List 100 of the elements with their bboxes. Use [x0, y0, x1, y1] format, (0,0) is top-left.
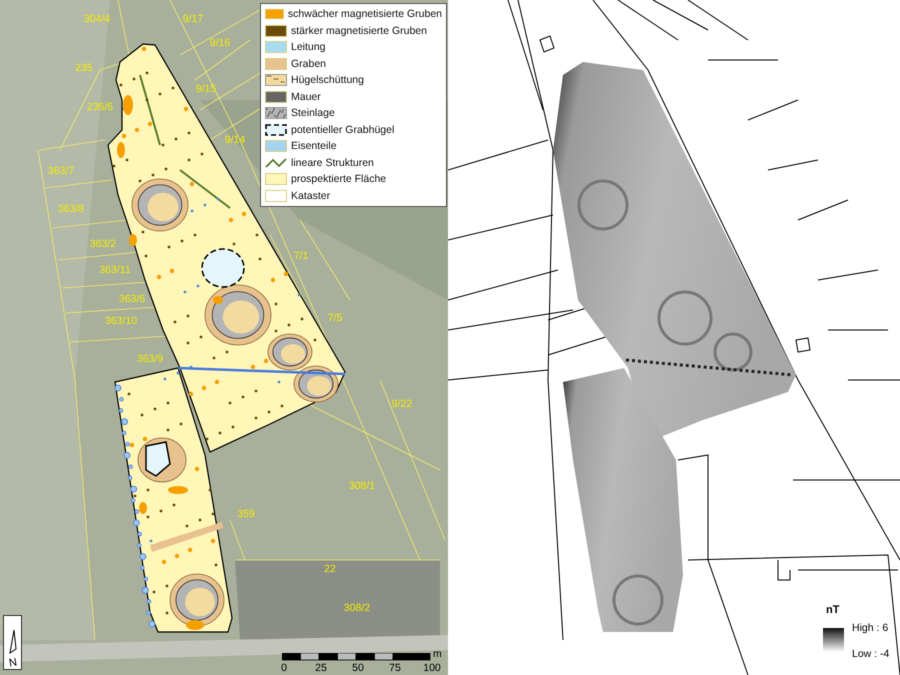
pit-mark [166, 428, 170, 432]
pit-mark [214, 380, 220, 384]
pit-mark [242, 212, 246, 216]
pit-mark [170, 268, 174, 274]
pit-mark [200, 152, 204, 156]
swatch-icon [265, 173, 287, 186]
parcel-label: 363/10 [104, 315, 138, 327]
legend-high-label: High : 6 [852, 622, 888, 634]
scale-label: 50 [352, 662, 364, 674]
pit-mark [284, 272, 288, 276]
parcel-label: 359 [237, 508, 255, 520]
pit-mark [180, 422, 182, 426]
iron-fragment-mark [134, 509, 139, 514]
pit-mark [226, 350, 228, 354]
pit-mark [212, 512, 214, 516]
scale-label: 100 [423, 662, 441, 674]
pit-mark [174, 320, 176, 324]
iron-fragment-mark [125, 442, 130, 446]
pit-mark [228, 402, 232, 404]
pit-mark [194, 466, 200, 472]
legend-low-label: Low : -4 [852, 648, 890, 660]
parcel-label: 308/2 [344, 602, 370, 614]
legend-label: prospektierte Fläche [291, 173, 386, 186]
legend-label: Steinlage [291, 107, 335, 120]
pit-mark [164, 168, 168, 170]
pit-mark [154, 408, 156, 410]
pit-mark [174, 554, 180, 558]
parcel-label: 235 [75, 62, 93, 74]
pit-mark [146, 98, 148, 102]
legend-label: Graben [291, 58, 326, 70]
pit-mark [166, 402, 170, 404]
scale-unit: m [433, 648, 442, 660]
pit-mark [200, 336, 202, 338]
pit-mark [122, 134, 126, 138]
iron-fragment-mark [278, 380, 280, 384]
iron-fragment-mark [190, 210, 194, 212]
pit-mark [130, 442, 134, 448]
legend-label: stärker magnetisierte Gruben [291, 24, 427, 37]
pit-mark [214, 564, 218, 566]
iron-fragment-mark [140, 566, 145, 570]
legend-label: lineare Strukturen [291, 156, 374, 169]
pit-mark [268, 410, 270, 414]
pit-mark [146, 516, 150, 518]
scale-label: 25 [315, 662, 327, 674]
parcel-label: 9/14 [224, 134, 246, 146]
pit-mark [206, 438, 208, 440]
legend-label: Kataster [291, 190, 330, 202]
pit-mark [186, 524, 188, 528]
pit-mark [148, 122, 152, 126]
pit-mark [146, 488, 150, 492]
pit-mark [158, 92, 162, 96]
parcel-label: 7/1 [294, 250, 308, 262]
burial-mound-drawing [132, 178, 188, 232]
pit-mark [213, 296, 223, 304]
pit-mark [280, 404, 284, 408]
pit-mark [186, 342, 190, 344]
pit-mark [174, 138, 178, 140]
pit-mark [208, 488, 212, 492]
pit-mark [254, 416, 258, 420]
iron-fragment-mark [204, 204, 206, 206]
pit-mark [232, 426, 234, 428]
pit-mark [188, 392, 194, 396]
swatch-icon [265, 90, 287, 103]
pit-mark [134, 494, 136, 498]
iron-fragment-mark [137, 543, 142, 548]
pit-mark [156, 274, 162, 280]
pit-mark [300, 318, 304, 320]
swatch-icon [265, 41, 287, 54]
pit-mark [194, 234, 196, 236]
line-swatch-icon [265, 156, 287, 169]
pit-mark [274, 302, 278, 306]
pit-mark [120, 84, 122, 86]
iron-fragment-mark [146, 610, 151, 615]
pit-mark [160, 510, 162, 512]
burial-mound-drawing [294, 366, 338, 402]
pit-mark [172, 86, 174, 90]
swatch-icon [265, 24, 287, 37]
pit-mark [166, 584, 168, 588]
scale-label: 75 [389, 662, 401, 674]
parcel-label: 9/17 [182, 13, 204, 25]
iron-fragment-mark [190, 366, 192, 368]
pit-mark [250, 364, 256, 370]
pit-mark [123, 95, 133, 115]
pit-mark [142, 436, 148, 442]
linear-structure-line [179, 169, 231, 209]
parcel-label: 9/16 [210, 37, 230, 49]
potential-mound-outline [201, 248, 245, 288]
iron-fragment-mark [128, 464, 133, 469]
iron-fragment-mark [131, 498, 136, 503]
parcel-label: 363/9 [136, 353, 164, 365]
parcel-label: 363/8 [58, 203, 84, 215]
color-ramp [823, 628, 844, 652]
pit-mark [142, 46, 146, 52]
parcel-label: 363/11 [99, 264, 131, 276]
pit-mark [144, 254, 148, 258]
pit-mark [256, 234, 258, 236]
iron-fragment-mark [150, 540, 152, 542]
iron-fragment-mark [184, 290, 186, 294]
pit-mark [218, 432, 222, 434]
pit-mark [274, 330, 278, 332]
